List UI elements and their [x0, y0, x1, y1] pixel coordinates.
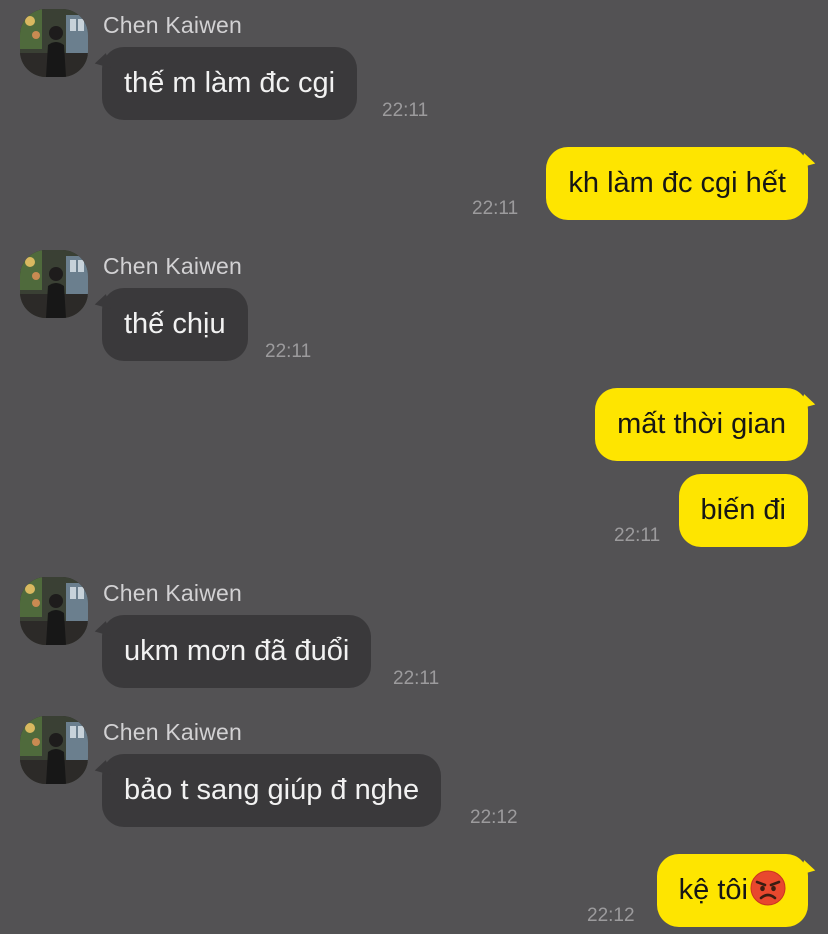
message-bubble[interactable]: kệ tôi	[656, 854, 808, 927]
message-bubble[interactable]: bảo t sang giúp đ nghe	[102, 754, 442, 827]
message-text: biến đi	[700, 494, 786, 526]
sender-name: Chen Kaiwen	[103, 580, 243, 606]
sender-avatar[interactable]	[20, 577, 88, 645]
message-text: bảo t sang giúp đ nghe	[124, 774, 420, 806]
message-time: 22:11	[265, 341, 312, 362]
message-bubble[interactable]: thế m làm đc cgi	[102, 47, 358, 120]
message-text: thế chịu	[124, 308, 226, 340]
angry-face-icon	[750, 861, 786, 906]
message-bubble[interactable]: thế chịu	[102, 288, 248, 361]
message-bubble[interactable]: kh làm đc cgi hết	[546, 147, 808, 220]
message-bubble[interactable]: biến đi	[678, 474, 808, 547]
message-text: ukm mơn đã đuổi	[124, 635, 350, 667]
message-bubble[interactable]: mất thời gian	[595, 388, 808, 461]
chat-room: Chen Kaiwen thế m làm đc cgi 22:11 22:11…	[0, 0, 828, 934]
message-time: 22:11	[382, 100, 429, 121]
sender-name: Chen Kaiwen	[103, 719, 243, 745]
sender-avatar[interactable]	[20, 250, 88, 318]
message-time: 22:11	[614, 525, 661, 546]
sender-name: Chen Kaiwen	[103, 253, 243, 279]
sender-name: Chen Kaiwen	[103, 12, 243, 38]
message-text: kh làm đc cgi hết	[568, 167, 786, 199]
sender-avatar[interactable]	[20, 716, 88, 784]
message-time: 22:11	[472, 198, 519, 219]
message-time: 22:12	[587, 905, 635, 926]
message-text: thế m làm đc cgi	[124, 67, 336, 99]
sender-avatar[interactable]	[20, 9, 88, 77]
message-bubble[interactable]: ukm mơn đã đuổi	[102, 615, 372, 688]
message-text: mất thời gian	[617, 408, 786, 440]
message-time: 22:11	[393, 668, 440, 689]
message-time: 22:12	[470, 807, 518, 828]
message-text: kệ tôi	[678, 874, 748, 906]
